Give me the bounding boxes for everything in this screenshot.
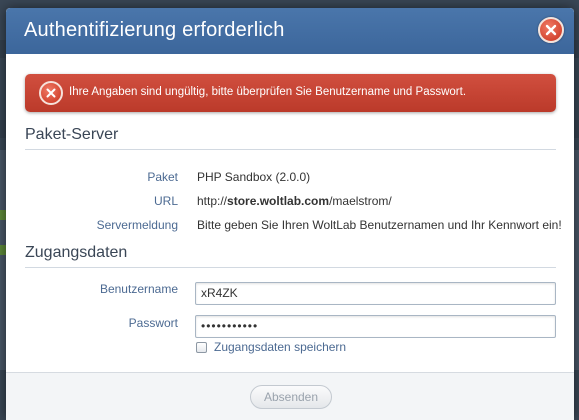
url-value: http://store.woltlab.com/maelstrom/ [197,194,392,208]
username-label: Benutzername [99,282,178,296]
auth-dialog: Authentifizierung erforderlich Ihre Anga… [6,8,574,420]
server-message-value: Bitte geben Sie Ihren WoltLab Benutzerna… [197,218,562,232]
package-value: PHP Sandbox (2.0.0) [197,170,311,184]
submit-button[interactable]: Absenden [250,385,332,409]
server-message-label: Servermeldung [96,218,178,232]
section-title-package-server: Paket-Server [25,126,119,143]
close-button[interactable] [538,17,564,43]
section-divider [25,149,556,150]
close-icon [545,24,557,36]
save-credentials-label[interactable]: Zugangsdaten speichern [214,340,346,354]
save-credentials-checkbox[interactable] [196,341,207,353]
url-label: URL [153,194,178,208]
package-label: Paket [147,170,178,184]
section-divider [25,267,556,268]
save-credentials-row[interactable]: Zugangsdaten speichern [196,340,346,354]
error-icon [39,81,63,105]
password-input[interactable]: ••••••••••• [195,315,556,338]
url-path: /maelstrom/ [329,194,392,208]
dialog-content: Ihre Angaben sind ungültig, bitte überpr… [6,54,574,372]
error-message: Ihre Angaben sind ungültig, bitte überpr… [25,74,556,112]
username-input[interactable]: xR4ZK [195,282,556,305]
dialog-titlebar: Authentifizierung erforderlich [6,8,574,54]
error-text: Ihre Angaben sind ungültig, bitte überpr… [69,86,467,98]
password-label: Passwort [128,316,178,330]
url-host: store.woltlab.com [227,194,330,208]
url-prefix: http:// [197,194,228,208]
section-title-credentials: Zugangsdaten [25,244,128,261]
dialog-footer: Absenden [6,372,574,420]
dialog-title: Authentifizierung erforderlich [24,19,285,41]
